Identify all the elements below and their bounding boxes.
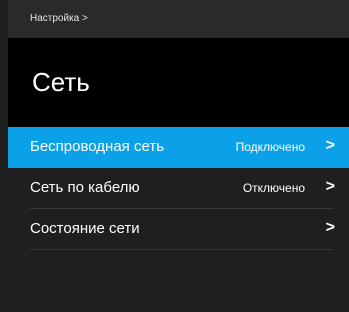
wired-network-item[interactable]: Сеть по кабелю Отключено > [8, 168, 349, 209]
network-settings-list: Беспроводная сеть Подключено > Сеть по к… [8, 127, 349, 312]
chevron-right-icon: > [325, 178, 335, 195]
network-status-item[interactable]: Состояние сети > [8, 209, 349, 250]
chevron-right-icon: > [325, 137, 335, 154]
wireless-network-item[interactable]: Беспроводная сеть Подключено > [8, 127, 349, 168]
wireless-network-label: Беспроводная сеть [30, 138, 165, 155]
wired-network-label: Сеть по кабелю [30, 179, 140, 196]
network-status-label: Состояние сети [30, 220, 140, 237]
wireless-network-status: Подключено [235, 140, 305, 154]
page-title: Сеть [32, 67, 90, 97]
breadcrumb[interactable]: Настройка > [30, 13, 88, 24]
page-header: Сеть [8, 38, 349, 127]
wired-network-status: Отключено [242, 181, 305, 195]
row-divider [30, 249, 333, 250]
network-settings-screen: Настройка > Сеть Беспроводная сеть Подкл… [0, 0, 349, 312]
chevron-right-icon: > [325, 219, 335, 236]
top-bar: Настройка > [8, 0, 349, 38]
